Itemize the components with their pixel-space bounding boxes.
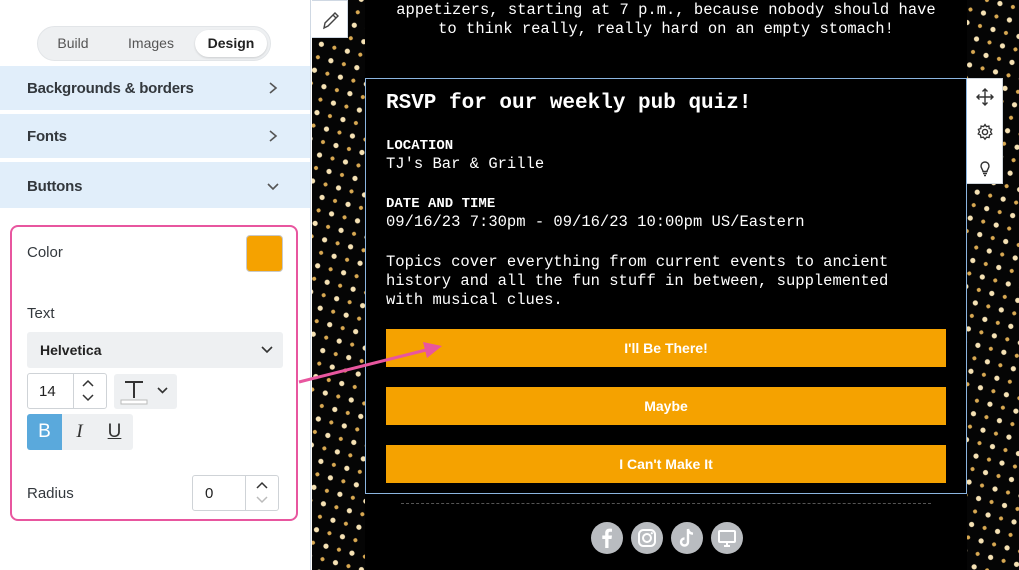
annotation-arrow <box>298 342 442 384</box>
